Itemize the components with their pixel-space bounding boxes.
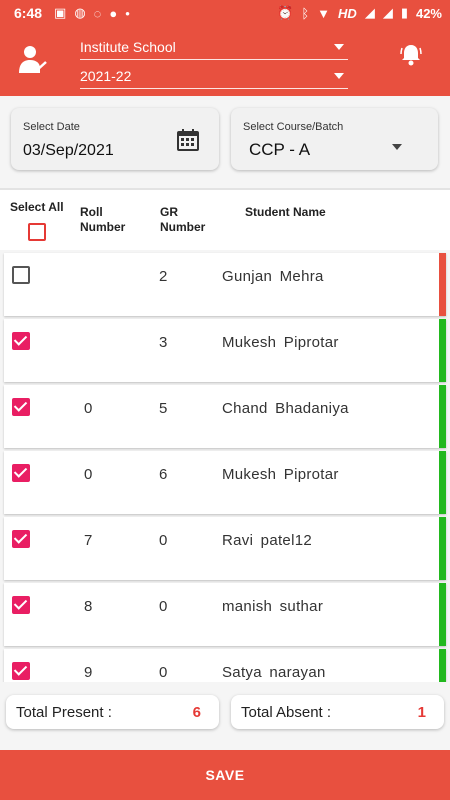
- date-value: 03/Sep/2021: [23, 142, 114, 159]
- student-row[interactable]: 3 Mukesh Piprotar: [4, 319, 446, 382]
- select-all-checkbox[interactable]: [28, 223, 46, 241]
- attendance-checkbox[interactable]: [12, 530, 30, 548]
- gr-number: 6: [159, 466, 168, 483]
- student-row[interactable]: 8 0 manish suthar: [4, 583, 446, 646]
- clock: 6:48: [14, 5, 43, 21]
- attendance-status-indicator: [439, 385, 446, 448]
- total-absent-value: 1: [417, 703, 426, 721]
- student-row[interactable]: 0 5 Chand Bhadaniya: [4, 385, 446, 448]
- gr-header-line1: GR: [160, 205, 178, 219]
- gallery-notification-icon: ▣: [54, 5, 67, 20]
- attendance-checkbox[interactable]: [12, 596, 30, 614]
- attendance-checkbox[interactable]: [12, 332, 30, 350]
- select-all-label: Select All: [10, 200, 64, 214]
- student-name-header: Student Name: [245, 205, 326, 219]
- calendar-icon[interactable]: [177, 129, 199, 151]
- attendance-status-indicator: [439, 583, 446, 646]
- gr-number-header: GR Number: [160, 205, 205, 235]
- gr-header-line2: Number: [160, 220, 206, 234]
- date-label: Select Date: [23, 121, 80, 133]
- gr-number: 2: [159, 268, 168, 285]
- chevron-down-icon: [334, 72, 344, 79]
- gr-number: 0: [159, 664, 168, 681]
- wifi-icon: ▼: [317, 5, 331, 21]
- attendance-checkbox[interactable]: [12, 464, 30, 482]
- attendance-checkbox[interactable]: [12, 662, 30, 680]
- student-name: Ravi patel12: [222, 532, 312, 549]
- alarm-icon: ⏰: [277, 5, 294, 20]
- chevron-down-icon: [334, 43, 344, 50]
- teacher-avatar-icon[interactable]: [18, 44, 48, 74]
- system-status-bar: 6:48 ▣ ◍ ◌ ● • ⏰ ᛒ ▼ HD ◢ ◢ ▮ 42%: [0, 0, 450, 26]
- bluetooth-icon: ᛒ: [301, 5, 310, 21]
- roll-number: 8: [84, 598, 93, 615]
- course-label: Select Course/Batch: [243, 121, 344, 133]
- total-present-card: Total Present : 6: [6, 695, 219, 729]
- gr-number: 3: [159, 334, 168, 351]
- whatsapp-notification-icon: ◌: [93, 5, 102, 21]
- academic-year-value: 2021-22: [80, 67, 132, 84]
- roll-number: 0: [84, 400, 93, 417]
- student-name: Mukesh Piprotar: [222, 334, 339, 351]
- total-present-label: Total Present :: [16, 703, 112, 721]
- gr-number: 0: [159, 598, 168, 615]
- attendance-status-indicator: [439, 253, 446, 316]
- roll-number: 7: [84, 532, 93, 549]
- student-name: Chand Bhadaniya: [222, 400, 349, 417]
- total-present-value: 6: [192, 703, 201, 721]
- attendance-totals: Total Present : 6 Total Absent : 1: [0, 682, 450, 742]
- attendance-status-indicator: [439, 319, 446, 382]
- student-row[interactable]: 7 0 Ravi patel12: [4, 517, 446, 580]
- app-notification-icon: ◍: [74, 5, 86, 20]
- battery-icon: ▮: [400, 5, 408, 20]
- institute-value: Institute School: [80, 38, 176, 55]
- total-absent-card: Total Absent : 1: [231, 695, 444, 729]
- app-header: Institute School 2021-22: [0, 26, 450, 96]
- student-name: manish suthar: [222, 598, 324, 615]
- signal-icon: ◢: [364, 5, 375, 20]
- network-type: HD: [338, 5, 357, 21]
- attendance-status-indicator: [439, 649, 446, 682]
- attendance-checkbox[interactable]: [12, 398, 30, 416]
- notification-bell-icon[interactable]: [400, 42, 422, 66]
- total-absent-label: Total Absent :: [241, 703, 332, 721]
- date-picker[interactable]: Select Date 03/Sep/2021: [11, 108, 219, 170]
- more-notifications-icon: •: [125, 5, 130, 21]
- student-row[interactable]: 2 Gunjan Mehra: [4, 253, 446, 316]
- roll-header-line1: Roll: [80, 205, 103, 219]
- roll-header-line2: Number: [80, 220, 126, 234]
- roll-number: 0: [84, 466, 93, 483]
- student-row[interactable]: 9 0 Satya narayan: [4, 649, 446, 682]
- institute-dropdown[interactable]: Institute School: [80, 34, 348, 60]
- student-list[interactable]: 2 Gunjan Mehra 3 Mukesh Piprotar 0 5 Cha…: [0, 252, 450, 682]
- student-name: Satya narayan: [222, 664, 326, 681]
- battery-level: 42%: [415, 5, 442, 21]
- student-row[interactable]: 0 6 Mukesh Piprotar: [4, 451, 446, 514]
- attendance-checkbox[interactable]: [12, 266, 30, 284]
- circle-notification-icon: ●: [109, 5, 118, 21]
- signal-icon-2: ◢: [382, 5, 393, 20]
- gr-number: 5: [159, 400, 168, 417]
- course-batch-dropdown[interactable]: Select Course/Batch CCP - A: [231, 108, 438, 170]
- roll-number: 9: [84, 664, 93, 681]
- gr-number: 0: [159, 532, 168, 549]
- student-table-header: Select All Roll Number GR Number Student…: [0, 190, 450, 250]
- attendance-status-indicator: [439, 517, 446, 580]
- academic-year-dropdown[interactable]: 2021-22: [80, 63, 348, 89]
- attendance-status-indicator: [439, 451, 446, 514]
- roll-number-header: Roll Number: [80, 205, 125, 235]
- course-value: CCP - A: [249, 140, 311, 159]
- chevron-down-icon: [392, 144, 402, 150]
- student-name: Gunjan Mehra: [222, 268, 324, 285]
- save-button[interactable]: SAVE: [0, 750, 450, 800]
- student-name: Mukesh Piprotar: [222, 466, 339, 483]
